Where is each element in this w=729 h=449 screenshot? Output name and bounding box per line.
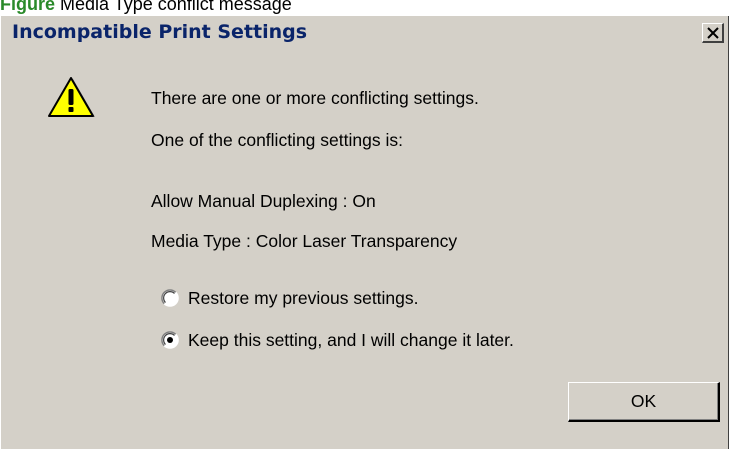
caption-figure-label: Figure	[0, 0, 56, 14]
radio-selected-icon	[161, 331, 179, 349]
conflict-setting-duplexing: Allow Manual Duplexing : On	[151, 191, 376, 211]
close-icon	[707, 27, 719, 39]
radio-restore-previous-label: Restore my previous settings.	[188, 288, 419, 308]
close-button[interactable]	[702, 23, 724, 43]
message-line-1: There are one or more conflicting settin…	[151, 88, 479, 108]
caption-text: Media Type conflict message	[60, 0, 292, 14]
ok-button[interactable]: OK	[568, 382, 720, 422]
dialog-title: Incompatible Print Settings	[12, 21, 308, 43]
document-caption-strip: Figure Media Type conflict message	[0, 0, 729, 16]
radio-unselected-icon	[161, 289, 179, 307]
radio-keep-setting-label: Keep this setting, and I will change it …	[188, 330, 514, 350]
conflict-setting-media-type: Media Type : Color Laser Transparency	[151, 231, 458, 251]
warning-icon	[48, 77, 95, 117]
message-line-2: One of the conflicting settings is:	[151, 130, 403, 150]
dialog-titlebar: Incompatible Print Settings	[1, 16, 728, 50]
incompatible-print-settings-dialog: Incompatible Print Settings There are on…	[0, 16, 729, 449]
